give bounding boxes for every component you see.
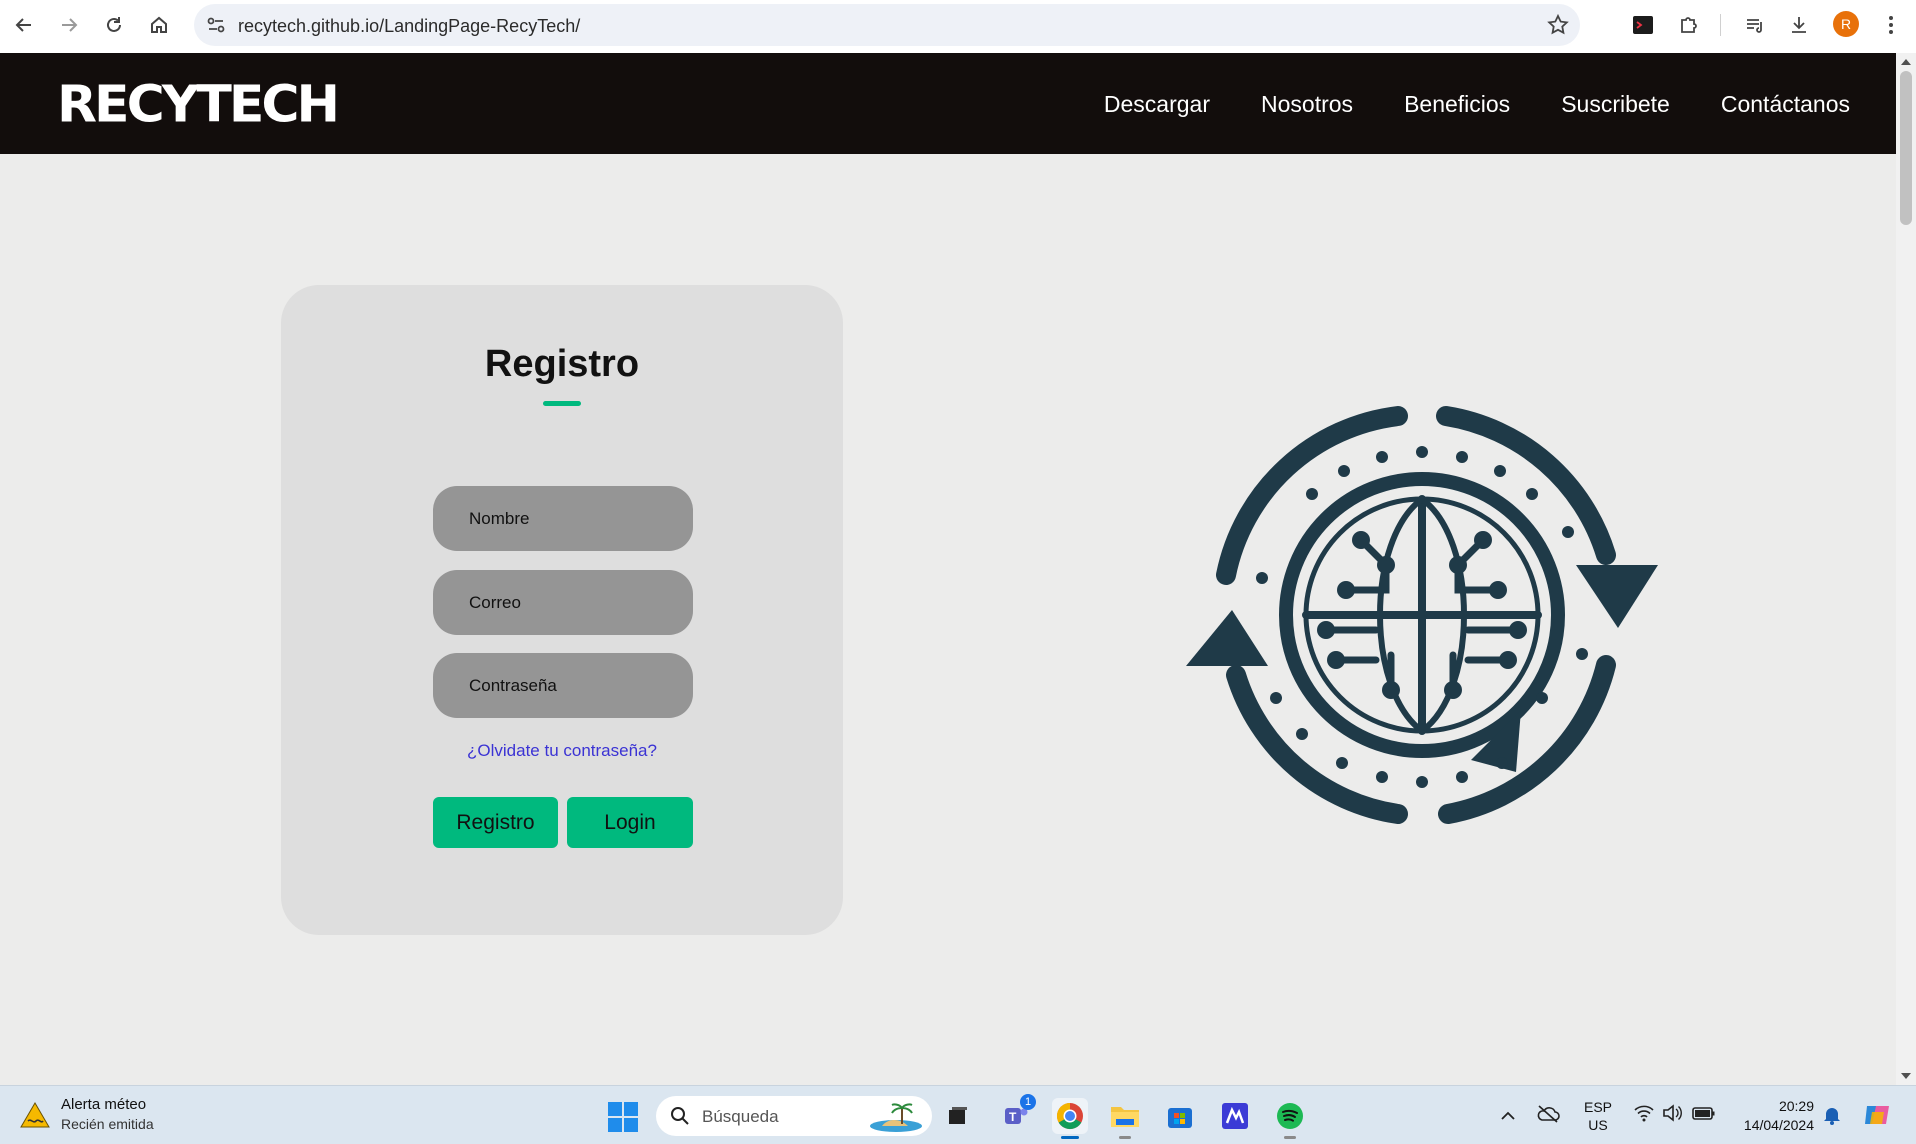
notification-bell-icon[interactable]: [1823, 1105, 1841, 1130]
forward-button[interactable]: [53, 9, 85, 41]
clock-time: 20:29: [1778, 1098, 1814, 1114]
profile-avatar[interactable]: R: [1833, 11, 1859, 37]
site-header: RECYTECH Descargar Nosotros Beneficios S…: [0, 53, 1896, 154]
scroll-down-arrow[interactable]: [1901, 1073, 1911, 1079]
task-view-icon: [949, 1107, 967, 1124]
taskbar-clock[interactable]: 20:29 14/04/2024: [1732, 1097, 1814, 1135]
browser-toolbar: recytech.github.io/LandingPage-RecyTech/…: [0, 0, 1916, 53]
address-bar[interactable]: recytech.github.io/LandingPage-RecyTech/: [194, 4, 1580, 46]
clock-date: 14/04/2024: [1743, 1117, 1814, 1133]
running-indicator: [1119, 1136, 1131, 1139]
chrome-app[interactable]: [1052, 1098, 1088, 1139]
active-indicator: [1061, 1136, 1079, 1139]
nav-link-contactanos[interactable]: Contáctanos: [1721, 91, 1850, 118]
chrome-icon: [1056, 1102, 1083, 1130]
spotify-icon: [1277, 1103, 1303, 1129]
name-input[interactable]: [433, 486, 693, 551]
nav-link-nosotros[interactable]: Nosotros: [1261, 91, 1353, 118]
file-explorer-app[interactable]: [1107, 1098, 1143, 1139]
password-input[interactable]: [433, 653, 693, 718]
running-indicator: [1284, 1136, 1296, 1139]
title-underline: [543, 401, 581, 406]
download-icon[interactable]: [1784, 10, 1814, 40]
editor-app[interactable]: [1217, 1098, 1253, 1134]
more-menu-icon[interactable]: [1876, 10, 1906, 40]
url-text[interactable]: recytech.github.io/LandingPage-RecyTech/: [238, 16, 580, 37]
taskbar: Alerta méteo Recién emitida Búsqueda T 1: [0, 1085, 1916, 1144]
teams-notification-badge: 1: [1020, 1094, 1036, 1110]
search-placeholder: Búsqueda: [702, 1107, 779, 1126]
site-info-icon[interactable]: [204, 13, 228, 42]
login-button[interactable]: Login: [567, 797, 693, 848]
onedrive-offline-icon[interactable]: [1536, 1104, 1560, 1129]
wifi-icon[interactable]: [1634, 1104, 1654, 1127]
nav-link-suscribete[interactable]: Suscribete: [1561, 91, 1670, 118]
language-indicator[interactable]: ESP US: [1584, 1098, 1612, 1134]
back-button[interactable]: [8, 9, 40, 41]
editor-icon: [1222, 1103, 1248, 1129]
register-title: Registro: [484, 343, 640, 385]
scroll-up-arrow[interactable]: [1901, 59, 1911, 65]
svg-text:T: T: [1009, 1110, 1017, 1124]
search-icon: [670, 1106, 690, 1131]
nav-link-beneficios[interactable]: Beneficios: [1404, 91, 1510, 118]
register-button[interactable]: Registro: [433, 797, 558, 848]
weather-title[interactable]: Alerta méteo: [61, 1096, 146, 1113]
home-button[interactable]: [143, 9, 175, 41]
folder-icon: [1111, 1107, 1139, 1127]
teams-app[interactable]: T 1: [998, 1094, 1036, 1134]
windows-start-icon[interactable]: [608, 1102, 638, 1137]
page-scrollbar[interactable]: [1896, 53, 1916, 1085]
forgot-password-link[interactable]: ¿Olvidate tu contraseña?: [281, 741, 843, 761]
home-icon: [151, 16, 167, 33]
spotify-app[interactable]: [1272, 1098, 1308, 1139]
scroll-thumb[interactable]: [1900, 71, 1912, 225]
bookmark-star-icon[interactable]: [1546, 13, 1570, 42]
extensions-puzzle-icon[interactable]: [1674, 10, 1704, 40]
toolbar-separator: [1720, 14, 1721, 36]
battery-icon[interactable]: [1692, 1104, 1716, 1127]
terminal-extension-icon[interactable]: [1628, 10, 1658, 40]
reload-button[interactable]: [98, 9, 130, 41]
store-app[interactable]: [1162, 1098, 1198, 1134]
copilot-icon[interactable]: [1862, 1100, 1892, 1135]
volume-icon[interactable]: [1662, 1104, 1682, 1127]
register-card: Registro ¿Olvidate tu contraseña? Regist…: [281, 285, 843, 935]
nav-link-descargar[interactable]: Descargar: [1104, 91, 1210, 118]
language-code: ESP: [1584, 1099, 1613, 1115]
weather-subtitle[interactable]: Recién emitida: [61, 1116, 154, 1132]
site-logo[interactable]: RECYTECH: [57, 76, 340, 135]
arrow-left-icon: [15, 18, 31, 32]
recycle-globe-icon: [1186, 406, 1658, 824]
taskview-app[interactable]: [940, 1098, 976, 1134]
chevron-up-icon[interactable]: [1500, 1108, 1516, 1126]
taskbar-search[interactable]: Búsqueda: [656, 1096, 932, 1136]
email-input[interactable]: [433, 570, 693, 635]
main-nav: Descargar Nosotros Beneficios Suscribete…: [1104, 91, 1850, 118]
keyboard-layout: US: [1588, 1117, 1608, 1133]
arrow-right-icon: [62, 18, 78, 32]
weather-alert-icon[interactable]: [20, 1102, 50, 1133]
store-icon: [1168, 1108, 1192, 1128]
media-queue-icon[interactable]: [1740, 10, 1770, 40]
beach-highlight-icon: [866, 1102, 922, 1137]
reload-icon: [107, 17, 121, 32]
